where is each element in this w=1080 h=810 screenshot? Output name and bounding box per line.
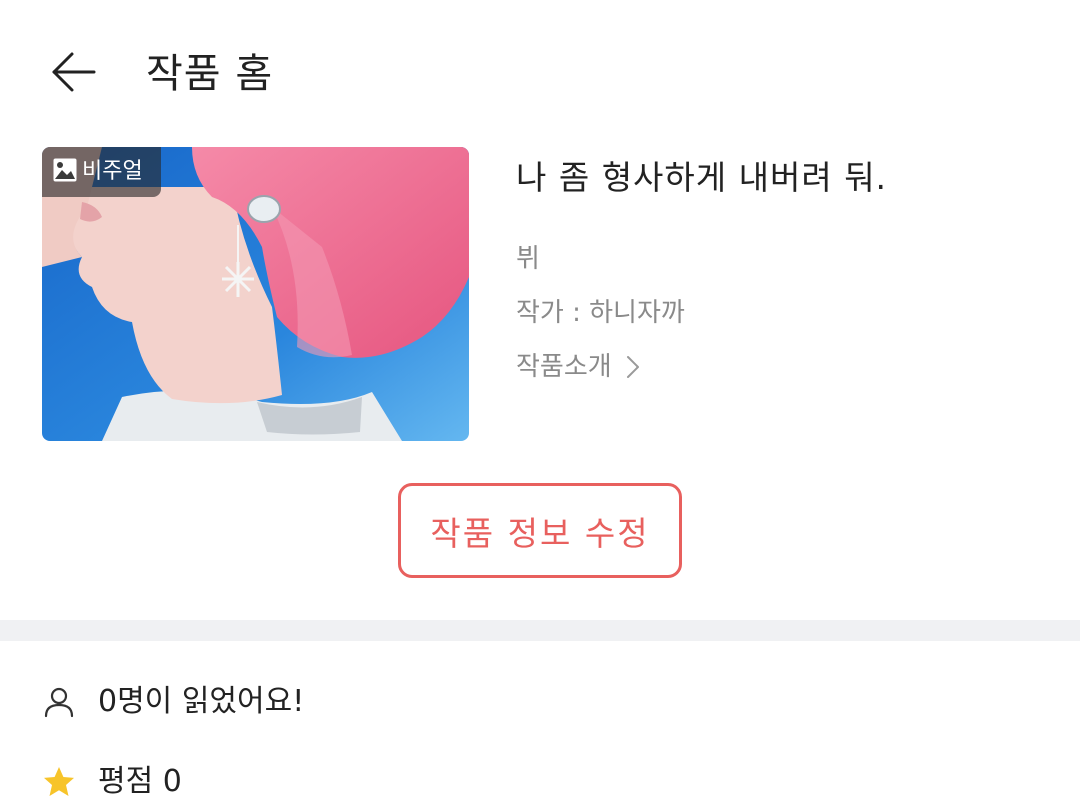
work-home-screen: 작품 홈 비주얼 나 좀 형사하게 내버려 둬. 뷔 작가: 하니자까 작품소… <box>0 0 1080 810</box>
rating-value: 평점 0 <box>98 764 182 799</box>
visual-badge: 비주얼 <box>42 147 161 197</box>
user-icon <box>42 685 76 719</box>
image-icon <box>52 157 78 187</box>
visual-badge-label: 비주얼 <box>82 159 143 184</box>
reads-count: 0명이 읽었어요! <box>98 684 305 719</box>
work-genre: 뷔 <box>516 244 540 274</box>
rating-stat: 평점 0 <box>42 757 182 807</box>
work-intro-link[interactable]: 작품소개 <box>516 348 640 386</box>
reads-stat: 0명이 읽었어요! <box>42 677 304 727</box>
app-header: 작품 홈 <box>0 0 1080 140</box>
page-title: 작품 홈 <box>146 51 274 97</box>
edit-work-info-button[interactable]: 작품 정보 수정 <box>398 483 682 578</box>
back-button[interactable] <box>44 48 100 100</box>
arrow-left-icon <box>48 50 96 98</box>
work-title: 나 좀 형사하게 내버려 둬. <box>516 158 888 197</box>
section-divider <box>0 620 1080 641</box>
work-intro-label: 작품소개 <box>516 352 612 382</box>
chevron-right-icon <box>626 354 640 380</box>
star-icon <box>42 765 76 799</box>
author-name[interactable]: 작가 : 하니자까 <box>516 294 685 332</box>
